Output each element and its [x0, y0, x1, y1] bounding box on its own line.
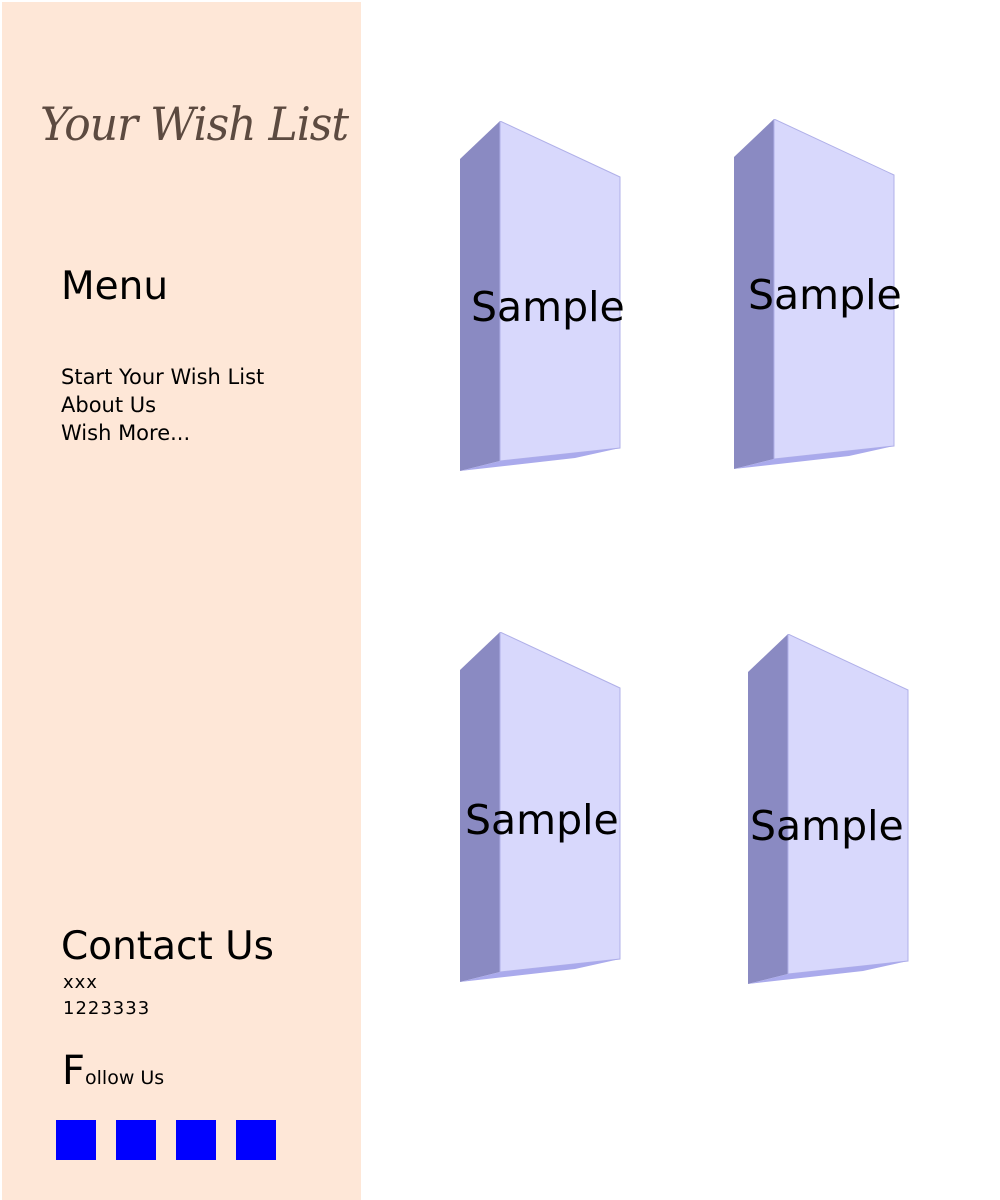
sample-card[interactable]: Sample — [748, 634, 910, 986]
sample-card-label: Sample — [471, 283, 625, 331]
follow-us-rest: ollow Us — [85, 1067, 165, 1089]
menu-item-about-us[interactable]: About Us — [61, 391, 264, 419]
page: Your Wish List Menu Start Your Wish List… — [0, 0, 1000, 1200]
follow-us-heading: Follow Us — [62, 1048, 164, 1094]
sample-card-label: Sample — [465, 796, 619, 844]
menu-list: Start Your Wish List About Us Wish More.… — [61, 363, 264, 447]
sample-card[interactable]: Sample — [460, 632, 622, 984]
sidebar: Your Wish List Menu Start Your Wish List… — [2, 2, 361, 1200]
menu-heading: Menu — [61, 264, 169, 309]
sample-card-label: Sample — [748, 271, 902, 319]
sample-card-label: Sample — [750, 802, 904, 850]
social-icon[interactable] — [56, 1120, 96, 1160]
menu-item-wish-more[interactable]: Wish More... — [61, 419, 264, 447]
menu-item-start-wish-list[interactable]: Start Your Wish List — [61, 363, 264, 391]
social-icon[interactable] — [116, 1120, 156, 1160]
contact-name: xxx — [63, 972, 98, 993]
contact-heading: Contact Us — [61, 924, 274, 969]
social-icon[interactable] — [176, 1120, 216, 1160]
sample-card[interactable]: Sample — [734, 119, 902, 471]
sample-card[interactable]: Sample — [460, 121, 625, 473]
follow-us-initial: F — [62, 1048, 86, 1094]
social-icon[interactable] — [236, 1120, 276, 1160]
contact-phone: 1223333 — [63, 998, 151, 1019]
site-logo-title[interactable]: Your Wish List — [40, 98, 349, 152]
